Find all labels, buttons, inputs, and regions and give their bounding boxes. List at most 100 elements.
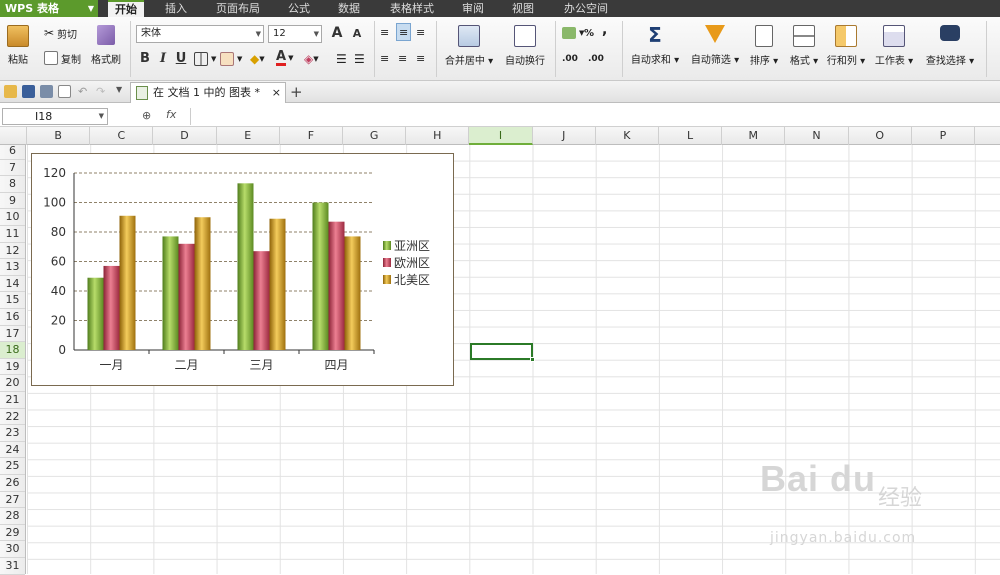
wrap-text-button[interactable]: 自动换行 <box>502 25 548 67</box>
autosum-button[interactable]: Σ 自动求和 ▾ <box>628 23 682 66</box>
column-header-N[interactable]: N <box>785 127 849 145</box>
find-select-button[interactable]: 查找选择 ▾ <box>922 25 978 67</box>
tab-table-style[interactable]: 表格样式 <box>384 0 440 17</box>
indent-increase-button[interactable]: ☰ <box>354 50 365 68</box>
row-header-26[interactable]: 26 <box>0 475 25 492</box>
copy-button[interactable]: 复制 <box>44 49 81 67</box>
zoom-icon[interactable]: ⊕ <box>142 109 151 122</box>
bar-北美区-二月[interactable] <box>194 217 211 350</box>
align-top-button[interactable]: ≡ <box>380 23 389 41</box>
row-header-15[interactable]: 15 <box>0 292 25 309</box>
bar-亚洲区-一月[interactable] <box>87 277 104 350</box>
tab-insert[interactable]: 插入 <box>160 0 192 17</box>
align-center-button[interactable]: ≡ <box>398 49 407 67</box>
print-icon[interactable] <box>40 85 53 98</box>
font-color-button[interactable]: A ▼ <box>276 49 293 67</box>
percent-button[interactable]: % <box>584 24 594 42</box>
column-header-B[interactable]: B <box>27 127 91 145</box>
bar-欧洲区-二月[interactable] <box>178 243 195 350</box>
align-bottom-button[interactable]: ≡ <box>416 23 425 41</box>
align-right-button[interactable]: ≡ <box>416 49 425 67</box>
cell-style-button[interactable]: ▼ <box>220 50 242 68</box>
column-header-F[interactable]: F <box>280 127 343 145</box>
italic-button[interactable]: I <box>154 51 172 66</box>
close-icon[interactable]: × <box>272 83 281 102</box>
tab-data[interactable]: 数据 <box>333 0 365 17</box>
undo-icon[interactable]: ↶ <box>78 85 91 98</box>
column-header-G[interactable]: G <box>343 127 407 145</box>
column-header-I[interactable]: I <box>469 127 533 145</box>
row-header-18[interactable]: 18 <box>0 342 25 359</box>
column-header-P[interactable]: P <box>912 127 975 145</box>
decrease-decimal-button[interactable]: .00 <box>588 50 604 68</box>
column-header-D[interactable]: D <box>153 127 217 145</box>
column-header-C[interactable]: C <box>90 127 154 145</box>
tab-formulas[interactable]: 公式 <box>283 0 315 17</box>
row-header-8[interactable]: 8 <box>0 176 25 193</box>
row-header-30[interactable]: 30 <box>0 541 25 558</box>
bar-北美区-一月[interactable] <box>119 215 136 350</box>
worksheet-button[interactable]: 工作表 ▾ <box>872 25 916 67</box>
name-box[interactable]: I18 ▼ <box>2 108 108 125</box>
format-button[interactable]: 格式 ▾ <box>786 25 822 67</box>
fill-handle[interactable] <box>530 357 535 362</box>
tab-review[interactable]: 审阅 <box>457 0 489 17</box>
row-header-23[interactable]: 23 <box>0 425 25 442</box>
paste-button[interactable]: 粘贴 <box>4 25 32 66</box>
column-header-H[interactable]: H <box>406 127 470 145</box>
number-format-button[interactable]: ▼ <box>562 24 584 42</box>
bar-亚洲区-二月[interactable] <box>162 236 179 350</box>
column-header-M[interactable]: M <box>722 127 786 145</box>
bar-欧洲区-一月[interactable] <box>103 265 120 350</box>
row-header-6[interactable]: 6 <box>0 143 25 160</box>
merge-center-button[interactable]: 合并居中 ▾ <box>442 25 496 67</box>
column-header-J[interactable]: J <box>533 127 596 145</box>
row-header-17[interactable]: 17 <box>0 326 25 343</box>
selected-cell[interactable] <box>470 343 535 362</box>
row-header-10[interactable]: 10 <box>0 209 25 226</box>
row-header-21[interactable]: 21 <box>0 392 25 409</box>
font-name-select[interactable]: 宋体 ▼ <box>136 25 264 43</box>
chart-object[interactable]: 0 20 40 60 80 100 120 一月 二月 三月 四月 亚洲区 欧洲区 北美区 <box>31 153 454 386</box>
new-tab-button[interactable]: + <box>290 83 303 101</box>
tab-document[interactable]: 在 文档 1 中的 图表 * × <box>130 82 286 103</box>
save-icon[interactable] <box>22 85 35 98</box>
row-col-button[interactable]: 行和列 ▾ <box>824 25 868 67</box>
bar-欧洲区-四月[interactable] <box>328 221 345 350</box>
column-header-E[interactable]: E <box>217 127 280 145</box>
clear-format-button[interactable]: ◈ ▼ <box>304 50 319 68</box>
formula-input[interactable] <box>190 108 998 125</box>
align-left-button[interactable]: ≡ <box>380 49 389 67</box>
border-button[interactable]: ▼ <box>194 50 216 68</box>
bar-北美区-四月[interactable] <box>344 236 361 350</box>
row-header-16[interactable]: 16 <box>0 309 25 326</box>
underline-button[interactable]: U <box>172 51 190 66</box>
row-header-29[interactable]: 29 <box>0 525 25 542</box>
redo-icon[interactable]: ↷ <box>96 85 109 98</box>
cut-button[interactable]: ✂ 剪切 <box>44 24 77 42</box>
insert-function-icon[interactable]: fx <box>166 108 176 121</box>
row-header-24[interactable]: 24 <box>0 442 25 459</box>
row-header-28[interactable]: 28 <box>0 508 25 525</box>
tab-page-layout[interactable]: 页面布局 <box>210 0 266 17</box>
row-header-13[interactable]: 13 <box>0 259 25 276</box>
chevron-down-icon[interactable]: ▼ <box>116 85 129 98</box>
bar-亚洲区-三月[interactable] <box>237 183 254 350</box>
comma-button[interactable]: , <box>602 21 607 39</box>
row-header-7[interactable]: 7 <box>0 160 25 177</box>
align-middle-button[interactable]: ≡ <box>396 23 412 41</box>
column-header-K[interactable]: K <box>596 127 659 145</box>
row-header-11[interactable]: 11 <box>0 226 25 243</box>
autofilter-button[interactable]: 自动筛选 ▾ <box>688 25 742 66</box>
app-menu-button[interactable]: WPS 表格 ▼ <box>0 0 98 17</box>
row-header-22[interactable]: 22 <box>0 409 25 426</box>
sort-button[interactable]: 排序 ▾ <box>746 25 782 67</box>
row-header-12[interactable]: 12 <box>0 243 25 260</box>
row-header-31[interactable]: 31 <box>0 558 25 575</box>
shrink-font-button[interactable]: A <box>348 27 366 40</box>
bar-北美区-三月[interactable] <box>269 218 286 350</box>
column-header-O[interactable]: O <box>849 127 912 145</box>
tab-view[interactable]: 视图 <box>507 0 539 17</box>
tab-office-space[interactable]: 办公空间 <box>558 0 614 17</box>
format-painter-button[interactable]: 格式刷 <box>88 25 124 66</box>
